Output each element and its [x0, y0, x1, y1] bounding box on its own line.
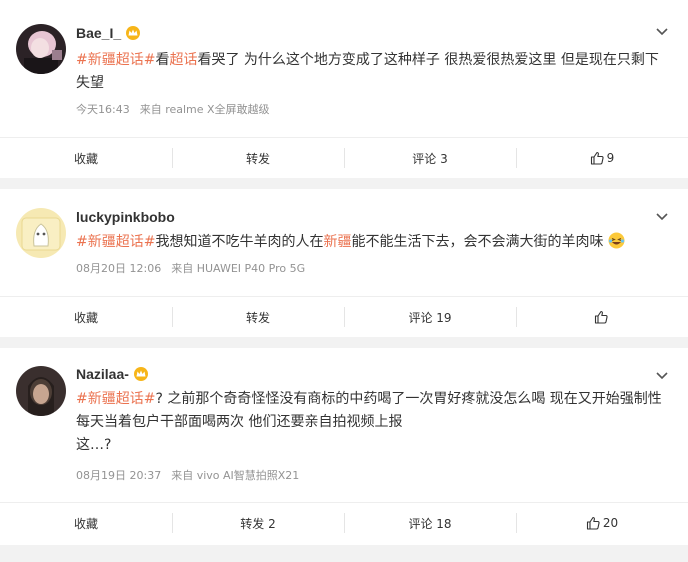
text-segment: ? 之前那个奇奇怪怪没有商标的中药喝了一次胃好疼就没怎么喝 现在又开始强制性每天…: [76, 391, 662, 430]
like-button[interactable]: 20: [516, 503, 688, 543]
like-button[interactable]: 9: [516, 138, 688, 178]
comment-label: 评论 3: [412, 151, 448, 166]
post-time[interactable]: 08月19日 20:37: [76, 469, 161, 482]
text-segment: 看: [155, 52, 170, 68]
post-meta: 08月19日 20:37 来自 vivo AI智慧拍照X21: [76, 467, 309, 483]
text-segment: 能不能生活下去，会不会满大街的羊肉味: [351, 234, 604, 250]
comment-label: 评论 18: [408, 516, 452, 531]
text-segment: 这…?: [76, 437, 112, 453]
keyword-link[interactable]: 新疆: [323, 234, 351, 250]
weibo-post-2: luckypinkbobo #新疆超话#我想知道不吃牛羊肉的人在新疆能不能生活下…: [0, 189, 688, 337]
thumbs-up-icon: [590, 151, 604, 165]
thumbs-up-icon: [586, 516, 600, 530]
repost-label: 转发: [245, 151, 270, 166]
repost-label: 转发: [245, 310, 270, 325]
keyword-link[interactable]: 超话: [169, 52, 197, 68]
username[interactable]: luckypinkbobo: [76, 209, 175, 225]
weibo-post-3: Nazilaa- #新疆超话#? 之前那个奇奇怪怪没有商标的中药喝了一次胃好疼就…: [0, 348, 688, 545]
collect-label: 收藏: [73, 516, 98, 531]
username-text[interactable]: Bae_I_: [76, 25, 121, 41]
comment-button[interactable]: 评论 19: [344, 297, 516, 337]
chevron-down-icon[interactable]: [654, 23, 670, 39]
post-meta: 08月20日 12:06 来自 HUAWEI P40 Pro 5G: [76, 260, 315, 276]
laughing-emoji-icon: [608, 232, 625, 249]
vip-crown-icon: [126, 26, 141, 40]
collect-button[interactable]: 收藏: [0, 297, 172, 337]
username[interactable]: Nazilaa-: [76, 366, 149, 382]
chevron-down-icon[interactable]: [654, 367, 670, 383]
like-button[interactable]: [516, 297, 688, 337]
avatar[interactable]: [16, 366, 66, 416]
hashtag-link[interactable]: #新疆超话#: [76, 52, 155, 68]
repost-button[interactable]: 转发 2: [172, 503, 344, 543]
hashtag-link[interactable]: #新疆超话#: [76, 391, 155, 407]
avatar[interactable]: [16, 24, 66, 74]
collect-button[interactable]: 收藏: [0, 138, 172, 178]
post-time[interactable]: 08月20日 12:06: [76, 262, 161, 275]
comment-button[interactable]: 评论 18: [344, 503, 516, 543]
post-source: 来自 HUAWEI P40 Pro 5G: [171, 262, 306, 275]
avatar[interactable]: [16, 208, 66, 258]
text-segment: 我想知道不吃牛羊肉的人在: [155, 234, 324, 250]
post-meta: 今天16:43 来自 realme X全屏敢越级: [76, 101, 280, 117]
collect-button[interactable]: 收藏: [0, 503, 172, 543]
chevron-down-icon[interactable]: [654, 208, 670, 224]
post-source: 来自 realme X全屏敢越级: [139, 103, 270, 116]
collect-label: 收藏: [73, 151, 98, 166]
vip-crown-icon: [133, 367, 148, 381]
action-bar: 收藏 转发 2 评论 18 20: [0, 502, 688, 543]
repost-button[interactable]: 转发: [172, 138, 344, 178]
repost-label: 转发 2: [240, 516, 276, 531]
hashtag-link[interactable]: #新疆超话#: [76, 234, 155, 250]
post-text: #新疆超话#看超话看哭了 为什么这个地方变成了这种样子 很热爱很热爱这里 但是现…: [76, 49, 666, 95]
action-bar: 收藏 转发 评论 3 9: [0, 137, 688, 178]
comment-button[interactable]: 评论 3: [344, 138, 516, 178]
username-text[interactable]: Nazilaa-: [76, 366, 129, 382]
username[interactable]: Bae_I_: [76, 25, 141, 41]
like-count: 9: [606, 151, 615, 165]
action-bar: 收藏 转发 评论 19: [0, 296, 688, 337]
post-text: #新疆超话#我想知道不吃牛羊肉的人在新疆能不能生活下去，会不会满大街的羊肉味: [76, 231, 666, 254]
comment-label: 评论 19: [408, 310, 452, 325]
post-text: #新疆超话#? 之前那个奇奇怪怪没有商标的中药喝了一次胃好疼就没怎么喝 现在又开…: [76, 388, 666, 457]
weibo-post-1: Bae_I_ #新疆超话#看超话看哭了 为什么这个地方变成了这种样子 很热爱很热…: [0, 0, 688, 178]
like-count: 20: [602, 516, 619, 530]
repost-button[interactable]: 转发: [172, 297, 344, 337]
collect-label: 收藏: [73, 310, 98, 325]
thumbs-up-icon: [594, 310, 608, 324]
username-text[interactable]: luckypinkbobo: [76, 209, 175, 225]
post-source: 来自 vivo AI智慧拍照X21: [171, 469, 300, 482]
post-time[interactable]: 今天16:43: [76, 103, 130, 116]
